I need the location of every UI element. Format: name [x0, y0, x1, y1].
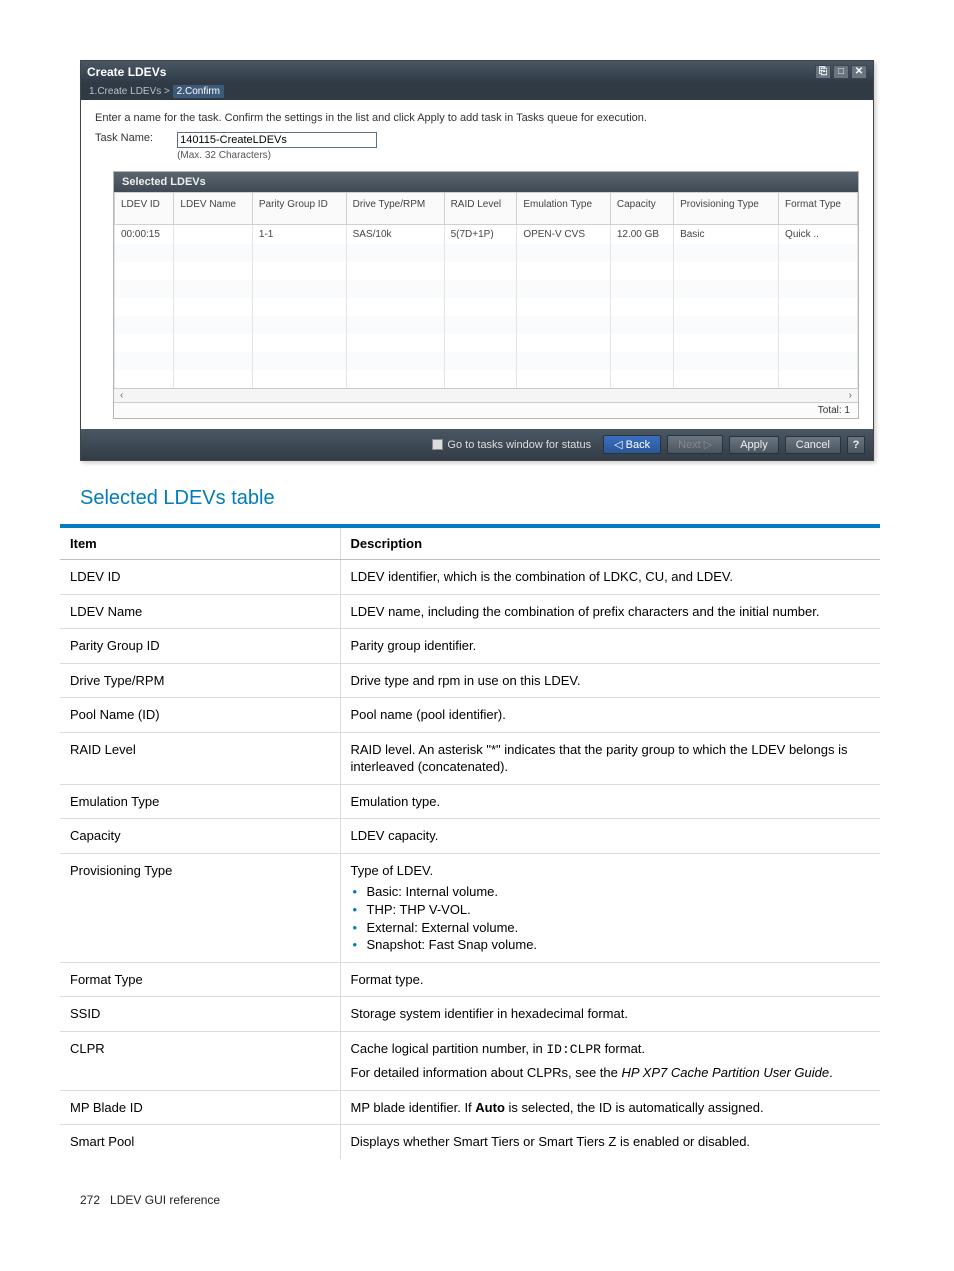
dialog-footer: Go to tasks window for status ◁ Back Nex…	[81, 429, 873, 460]
task-name-label: Task Name:	[95, 132, 153, 144]
item-cell: MP Blade ID	[60, 1090, 340, 1125]
description-cell: Format type.	[340, 962, 880, 997]
table-row	[115, 244, 858, 262]
window-controls: ⎘ □ ✕	[815, 65, 867, 79]
col-emulation[interactable]: Emulation Type	[517, 193, 611, 225]
item-cell: LDEV Name	[60, 594, 340, 629]
dialog-body: Enter a name for the task. Confirm the s…	[81, 100, 873, 429]
table-row: RAID LevelRAID level. An asterisk "*" in…	[60, 732, 880, 784]
breadcrumb-step2[interactable]: 2.Confirm	[173, 85, 224, 98]
col-ldev-name[interactable]: LDEV Name	[174, 193, 252, 225]
page-number: 272	[80, 1193, 100, 1207]
description-cell: LDEV capacity.	[340, 819, 880, 854]
col-capacity[interactable]: Capacity	[610, 193, 673, 225]
item-cell: Capacity	[60, 819, 340, 854]
item-cell: Emulation Type	[60, 784, 340, 819]
description-cell: Parity group identifier.	[340, 629, 880, 664]
table-row: Format TypeFormat type.	[60, 962, 880, 997]
help-button[interactable]: ?	[847, 436, 865, 454]
item-cell: Format Type	[60, 962, 340, 997]
col-prov-type[interactable]: Provisioning Type	[674, 193, 779, 225]
close-icon[interactable]: ✕	[851, 65, 867, 79]
instruction-text: Enter a name for the task. Confirm the s…	[95, 112, 859, 124]
table-row: Drive Type/RPMDrive type and rpm in use …	[60, 663, 880, 698]
item-cell: Provisioning Type	[60, 853, 340, 962]
table-row: Parity Group IDParity group identifier.	[60, 629, 880, 664]
table-row: Pool Name (ID)Pool name (pool identifier…	[60, 698, 880, 733]
table-row: CapacityLDEV capacity.	[60, 819, 880, 854]
dialog-titlebar: Create LDEVs ⎘ □ ✕	[81, 61, 873, 83]
col-format-type[interactable]: Format Type	[779, 193, 858, 225]
description-table: Item Description LDEV IDLDEV identifier,…	[60, 524, 880, 1159]
panel-title: Selected LDEVs	[114, 172, 858, 192]
table-row: CLPRCache logical partition number, in I…	[60, 1031, 880, 1090]
table-row	[115, 316, 858, 334]
item-cell: CLPR	[60, 1031, 340, 1090]
section-title: Selected LDEVs table	[80, 487, 874, 510]
wizard-breadcrumb: 1.Create LDEVs > 2.Confirm	[81, 83, 873, 100]
description-cell: LDEV name, including the combination of …	[340, 594, 880, 629]
horizontal-scrollbar[interactable]: ‹›	[114, 388, 858, 402]
breadcrumb-step1[interactable]: 1.Create LDEVs	[89, 86, 161, 97]
item-cell: RAID Level	[60, 732, 340, 784]
col-raid-level[interactable]: RAID Level	[444, 193, 517, 225]
checkbox-icon	[432, 439, 443, 450]
col-ldev-id[interactable]: LDEV ID	[115, 193, 174, 225]
back-button[interactable]: ◁ Back	[603, 435, 661, 454]
description-cell: LDEV identifier, which is the combinatio…	[340, 560, 880, 595]
dialog-title: Create LDEVs	[87, 65, 166, 79]
table-row: SSIDStorage system identifier in hexadec…	[60, 997, 880, 1032]
item-cell: Pool Name (ID)	[60, 698, 340, 733]
item-cell: Parity Group ID	[60, 629, 340, 664]
task-name-input[interactable]	[177, 132, 377, 148]
item-cell: Smart Pool	[60, 1125, 340, 1159]
next-button[interactable]: Next ▷	[667, 435, 723, 454]
cancel-button[interactable]: Cancel	[785, 436, 841, 454]
description-cell: Cache logical partition number, in ID:CL…	[340, 1031, 880, 1090]
filter-icon[interactable]: ⎘	[815, 65, 831, 79]
item-cell: SSID	[60, 997, 340, 1032]
description-cell: MP blade identifier. If Auto is selected…	[340, 1090, 880, 1125]
item-cell: LDEV ID	[60, 560, 340, 595]
col-parity-group[interactable]: Parity Group ID	[252, 193, 346, 225]
page-title: LDEV GUI reference	[110, 1193, 220, 1207]
table-row	[115, 334, 858, 352]
item-cell: Drive Type/RPM	[60, 663, 340, 698]
table-row	[115, 262, 858, 280]
page-footer: 272 LDEV GUI reference	[80, 1193, 874, 1207]
total-row: Total: 1	[114, 402, 858, 418]
description-cell: Pool name (pool identifier).	[340, 698, 880, 733]
table-row: Emulation TypeEmulation type.	[60, 784, 880, 819]
selected-ldevs-table: LDEV ID LDEV Name Parity Group ID Drive …	[114, 192, 858, 388]
col-description: Description	[340, 526, 880, 560]
table-row[interactable]: 00:00:15 1-1 SAS/10k 5(7D+1P) OPEN-V CVS…	[115, 225, 858, 245]
selected-ldevs-panel: Selected LDEVs LDEV ID LDEV Name Parity …	[113, 171, 859, 419]
table-row: MP Blade IDMP blade identifier. If Auto …	[60, 1090, 880, 1125]
table-row: Provisioning TypeType of LDEV.Basic: Int…	[60, 853, 880, 962]
col-drive-type[interactable]: Drive Type/RPM	[346, 193, 444, 225]
col-item: Item	[60, 526, 340, 560]
go-to-tasks-checkbox[interactable]: Go to tasks window for status	[432, 439, 591, 451]
table-row	[115, 352, 858, 370]
description-cell: RAID level. An asterisk "*" indicates th…	[340, 732, 880, 784]
description-cell: Type of LDEV.Basic: Internal volume.THP:…	[340, 853, 880, 962]
description-cell: Emulation type.	[340, 784, 880, 819]
maximize-icon[interactable]: □	[833, 65, 849, 79]
table-row	[115, 298, 858, 316]
table-row: LDEV NameLDEV name, including the combin…	[60, 594, 880, 629]
table-row: Smart PoolDisplays whether Smart Tiers o…	[60, 1125, 880, 1159]
apply-button[interactable]: Apply	[729, 436, 779, 454]
table-row	[115, 370, 858, 388]
task-name-hint: (Max. 32 Characters)	[177, 150, 377, 161]
table-header-row: LDEV ID LDEV Name Parity Group ID Drive …	[115, 193, 858, 225]
description-cell: Drive type and rpm in use on this LDEV.	[340, 663, 880, 698]
description-cell: Displays whether Smart Tiers or Smart Ti…	[340, 1125, 880, 1159]
description-cell: Storage system identifier in hexadecimal…	[340, 997, 880, 1032]
table-row: LDEV IDLDEV identifier, which is the com…	[60, 560, 880, 595]
table-row	[115, 280, 858, 298]
create-ldevs-dialog: Create LDEVs ⎘ □ ✕ 1.Create LDEVs > 2.Co…	[80, 60, 874, 461]
